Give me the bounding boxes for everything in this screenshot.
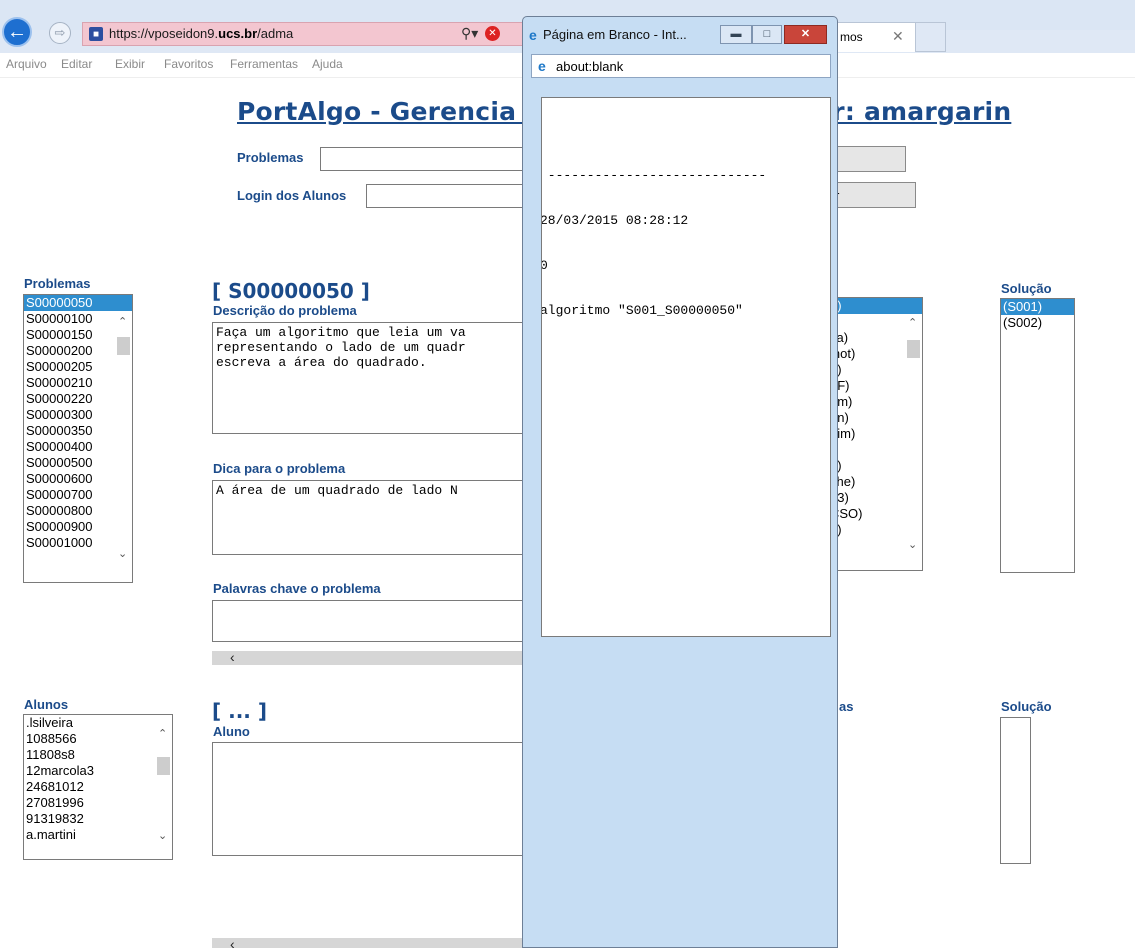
selected-student-heading: [ ... ] <box>212 699 267 723</box>
menu-ajuda[interactable]: Ajuda <box>312 57 343 71</box>
problems-scrollbar[interactable]: ⌃ ⌄ <box>115 315 132 563</box>
popup-output: ---------------------------- 28/03/2015 … <box>541 138 767 348</box>
address-url[interactable]: https://vposeidon9.ucs.br/adma <box>109 26 293 41</box>
solution-label: Solução <box>1001 281 1052 296</box>
output-line: algoritmo "S001_S00000050" <box>541 303 743 318</box>
close-button[interactable]: ✕ <box>784 25 827 44</box>
selected-problem-heading: [ S00000050 ] <box>212 279 370 303</box>
list-item[interactable]: (S002) <box>1001 315 1074 331</box>
students-scrollbar[interactable]: ⌃ ⌄ <box>155 725 172 851</box>
close-icon: ✕ <box>800 28 811 40</box>
ie-icon: e <box>529 27 537 43</box>
arrow-left-icon: ← <box>7 20 27 43</box>
scroll-thumb[interactable] <box>907 340 920 358</box>
scroll-down-icon[interactable]: ⌄ <box>118 547 127 560</box>
list-item[interactable]: (S001) <box>1001 299 1074 315</box>
scroll-thumb[interactable] <box>117 337 130 355</box>
description-textarea[interactable]: Faça um algoritmo que leia um va represe… <box>212 322 530 434</box>
site-shield-icon: ■ <box>89 27 103 41</box>
scroll-left-icon[interactable]: ‹ <box>230 936 235 952</box>
student-problems-label: as <box>839 699 854 714</box>
popup-window: e Página em Branco - Int... ▬ □ ✕ e abou… <box>522 16 838 948</box>
maximize-icon: □ <box>763 28 771 40</box>
submitters-scrollbar[interactable]: ⌃ ⌄ <box>905 316 922 554</box>
menu-ferramentas[interactable]: Ferramentas <box>230 57 298 71</box>
submitters-listbox[interactable]: 6) ) va) inot) 5) _F) dm) on) uim) ) a) … <box>828 297 923 571</box>
menu-arquivo[interactable]: Arquivo <box>6 57 47 71</box>
list-item[interactable]: 6) <box>828 298 922 314</box>
popup-address-text: about:blank <box>556 59 624 74</box>
student-textarea[interactable] <box>212 742 530 856</box>
scroll-up-icon[interactable]: ⌃ <box>908 316 917 329</box>
problems-filter-label: Problemas <box>237 150 304 165</box>
arrow-right-icon: ⇨ <box>54 25 66 40</box>
tab-label: mos <box>840 30 863 44</box>
menu-editar[interactable]: Editar <box>61 57 92 71</box>
students-filter-button[interactable]: r <box>830 182 916 208</box>
hint-label: Dica para o problema <box>213 461 346 476</box>
forward-button[interactable]: ⇨ <box>49 22 71 44</box>
list-item[interactable]: S00000050 <box>24 295 132 311</box>
output-line: ---------------------------- <box>541 168 767 183</box>
menu-exibir[interactable]: Exibir <box>115 57 145 71</box>
search-icon[interactable]: ⚲▾ <box>461 25 478 42</box>
browser-tab[interactable]: mos ✕ <box>829 22 916 52</box>
scroll-left-icon[interactable]: ‹ <box>230 649 235 665</box>
list-item[interactable]: 24681012 <box>24 779 172 795</box>
list-item[interactable]: 1088566 <box>24 731 172 747</box>
description-label: Descrição do problema <box>213 303 357 318</box>
student-solution-label: Solução <box>1001 699 1052 714</box>
scroll-down-icon[interactable]: ⌄ <box>158 829 167 842</box>
solution-listbox[interactable]: (S001) (S002) <box>1000 298 1075 573</box>
keywords-label: Palavras chave o problema <box>213 581 381 596</box>
menu-favoritos[interactable]: Favoritos <box>164 57 213 71</box>
list-item[interactable]: 11808s8 <box>24 747 172 763</box>
popup-title: Página em Branco - Int... <box>543 27 687 42</box>
students-listbox[interactable]: .lsilveira 1088566 11808s8 12marcola3 24… <box>23 714 173 860</box>
students-filter-input[interactable] <box>366 184 530 208</box>
problems-filter-button[interactable] <box>830 146 906 172</box>
problems-list-label: Problemas <box>24 276 91 291</box>
minimize-icon: ▬ <box>730 28 742 40</box>
keywords-textarea[interactable] <box>212 600 530 642</box>
scroll-down-icon[interactable]: ⌄ <box>908 538 917 551</box>
scroll-up-icon[interactable]: ⌃ <box>118 315 127 328</box>
back-button[interactable]: ← <box>2 17 32 47</box>
problems-filter-input[interactable] <box>320 147 530 171</box>
popup-address-bar[interactable]: e about:blank <box>531 54 831 78</box>
new-tab-button[interactable] <box>916 22 946 52</box>
horizontal-scrollbar[interactable]: ‹ <box>212 649 530 665</box>
list-item[interactable]: 27081996 <box>24 795 172 811</box>
list-item[interactable]: 12marcola3 <box>24 763 172 779</box>
students-list-label: Alunos <box>24 697 69 712</box>
maximize-button[interactable]: □ <box>752 25 782 44</box>
list-item[interactable]: 91319832 <box>24 811 172 827</box>
ie-icon: e <box>538 58 546 74</box>
horizontal-scrollbar-bottom[interactable]: ‹ <box>212 936 530 952</box>
list-item[interactable]: a.martini <box>24 827 172 843</box>
minimize-button[interactable]: ▬ <box>720 25 752 44</box>
student-solution-listbox[interactable] <box>1000 717 1031 864</box>
scroll-up-icon[interactable]: ⌃ <box>158 727 167 740</box>
students-filter-label: Login dos Alunos <box>237 188 347 203</box>
certificate-error-icon[interactable]: ✕ <box>485 26 500 41</box>
student-label: Aluno <box>213 724 250 739</box>
popup-content-area: ---------------------------- 28/03/2015 … <box>541 97 831 637</box>
list-item[interactable]: .lsilveira <box>24 715 172 731</box>
problems-listbox[interactable]: S00000050 S00000100 S00000150 S00000200 … <box>23 294 133 583</box>
output-line: 0 <box>542 258 766 273</box>
close-tab-icon[interactable]: ✕ <box>892 28 904 45</box>
hint-textarea[interactable]: A área de um quadrado de lado N <box>212 480 530 555</box>
output-line: 28/03/2015 08:28:12 <box>541 213 689 228</box>
scroll-thumb[interactable] <box>157 757 170 775</box>
address-bar[interactable]: ■ https://vposeidon9.ucs.br/adma ⚲▾ ✕ <box>82 22 524 46</box>
